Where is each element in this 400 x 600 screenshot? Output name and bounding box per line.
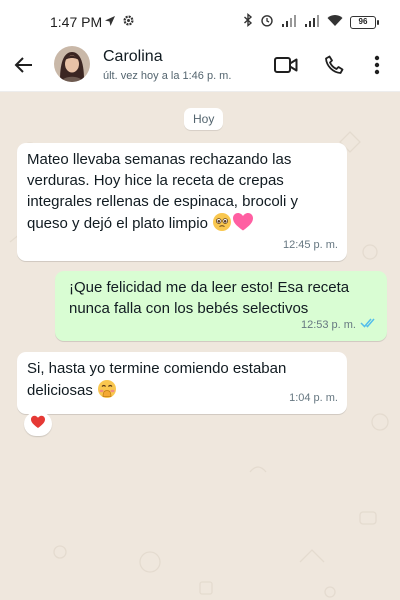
message-time: 12:53 p. m. [300,319,356,331]
more-options-button[interactable] [362,52,392,82]
bluetooth-icon [243,13,253,32]
voice-call-button[interactable] [319,52,349,82]
contact-name[interactable]: Carolina [103,48,163,66]
video-call-button[interactable] [271,52,301,82]
message-time: 12:45 p. m. [282,239,338,251]
more-options-icon [374,55,380,80]
location-arrow-icon [104,14,116,32]
back-arrow-icon [14,55,34,80]
message-time: 1:04 p. m. [289,392,338,404]
message-bubble-incoming[interactable]: Mateo llevaba semanas rechazando las ver… [17,143,347,261]
settings-icon [122,14,135,32]
hand-over-mouth-face-emoji [97,379,117,405]
status-bar: 1:47 PM 96 [0,0,400,42]
chat-header: Carolina últ. vez hoy a la 1:46 p. m. [0,42,400,92]
message-text: ¡Que felicidad me da leer esto! Esa rece… [69,279,350,317]
read-receipt-icon [360,315,378,336]
status-time: 1:47 PM [50,14,103,30]
message-bubble-outgoing[interactable]: ¡Que felicidad me da leer esto! Esa rece… [55,271,387,341]
pink-heart-emoji [232,212,254,238]
message-meta: 12:45 p. m. [283,235,338,256]
wifi-icon [327,14,343,32]
message-bubble-incoming[interactable]: Si, hasta yo termine comiendo estaban de… [17,352,347,414]
avatar[interactable] [54,46,90,82]
red-heart-emoji [30,415,46,434]
date-divider: Hoy [184,108,224,130]
alarm-icon [260,13,274,32]
message-reaction[interactable] [24,412,52,436]
pleading-face-emoji [212,212,232,238]
battery-icon: 96 [350,16,379,29]
message-text: Si, hasta yo termine comiendo estaban de… [27,358,327,405]
message-meta: 1:04 p. m. [289,388,338,409]
signal-icon [281,14,297,32]
message-meta: 12:53 p. m. [301,315,378,336]
status-left-icons [104,14,135,32]
voice-call-icon [324,55,344,80]
chat-area[interactable]: Hoy Mateo llevaba semanas rechazando las… [0,92,400,600]
status-right-icons: 96 [243,13,379,32]
contact-last-seen: últ. vez hoy a la 1:46 p. m. [103,70,232,82]
video-call-icon [274,56,298,79]
signal-icon [304,14,320,32]
message-text: Mateo llevaba semanas rechazando las ver… [27,149,337,238]
back-button[interactable] [10,53,38,81]
